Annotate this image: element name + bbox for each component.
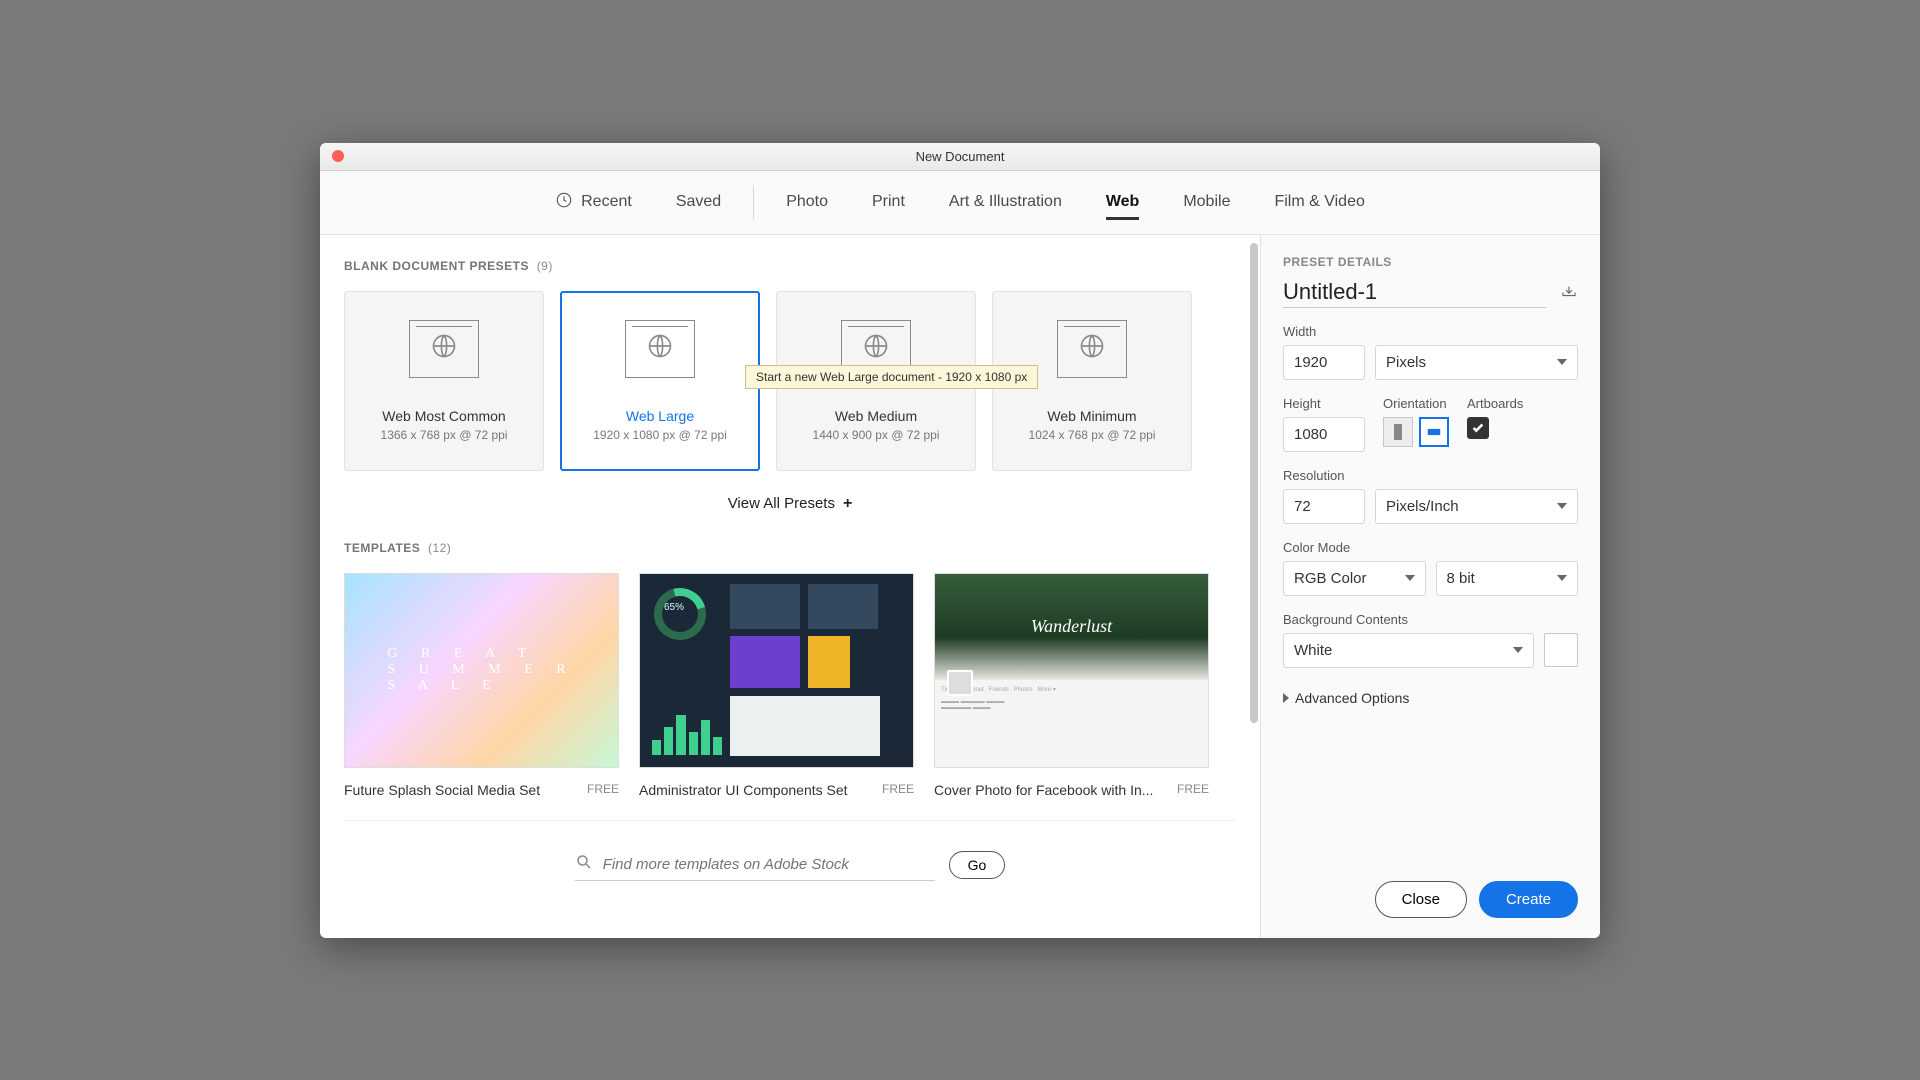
resolution-units-select[interactable]: Pixels/Inch <box>1375 489 1578 524</box>
preset-dimensions: 1440 x 900 px @ 72 ppi <box>813 428 940 442</box>
globe-icon <box>430 332 458 365</box>
background-label: Background Contents <box>1283 612 1578 627</box>
chevron-down-icon <box>1557 503 1567 509</box>
template-badge: FREE <box>882 782 914 796</box>
create-button[interactable]: Create <box>1479 881 1578 918</box>
search-field[interactable] <box>575 849 935 881</box>
height-input[interactable]: 1080 <box>1283 417 1365 452</box>
preset-web-large[interactable]: Web Large 1920 x 1080 px @ 72 ppi <box>560 291 760 471</box>
tab-photo[interactable]: Photo <box>764 170 850 234</box>
template-thumbnail: Wanderlust Timeline About Friends Photos… <box>934 573 1209 768</box>
globe-icon <box>862 332 890 365</box>
clock-icon <box>555 191 573 214</box>
resolution-input[interactable]: 72 <box>1283 489 1365 524</box>
preset-dimensions: 1920 x 1080 px @ 72 ppi <box>593 428 727 442</box>
artboards-label: Artboards <box>1467 396 1523 411</box>
preset-dimensions: 1366 x 768 px @ 72 ppi <box>381 428 508 442</box>
chevron-down-icon <box>1513 647 1523 653</box>
main-panel: BLANK DOCUMENT PRESETS (9) Web Most Comm… <box>320 235 1260 938</box>
chevron-right-icon <box>1283 693 1289 703</box>
resolution-label: Resolution <box>1283 468 1578 483</box>
tab-mobile[interactable]: Mobile <box>1161 170 1252 234</box>
tab-film-video[interactable]: Film & Video <box>1252 170 1386 234</box>
preset-details-panel: PRESET DETAILS Untitled-1 Width 1920 Pix… <box>1260 235 1600 938</box>
bit-depth-select[interactable]: 8 bit <box>1436 561 1579 596</box>
close-button[interactable]: Close <box>1375 881 1467 918</box>
category-tabs: Recent Saved Photo Print Art & Illustrat… <box>320 171 1600 235</box>
globe-icon <box>646 332 674 365</box>
advanced-options-toggle[interactable]: Advanced Options <box>1283 690 1578 706</box>
search-input[interactable] <box>603 856 935 873</box>
document-icon <box>409 320 479 378</box>
template-name: Cover Photo for Facebook with In... <box>934 782 1169 798</box>
view-all-presets-button[interactable]: View All Presets + <box>344 495 1236 513</box>
new-document-dialog: New Document Recent Saved Photo Print Ar… <box>320 143 1600 938</box>
close-window-button[interactable] <box>332 150 344 162</box>
orientation-label: Orientation <box>1383 396 1449 411</box>
search-row: Go <box>344 820 1236 899</box>
orientation-landscape-button[interactable] <box>1419 417 1449 447</box>
tab-web[interactable]: Web <box>1084 170 1161 234</box>
chevron-down-icon <box>1557 359 1567 365</box>
width-input[interactable]: 1920 <box>1283 345 1365 380</box>
width-label: Width <box>1283 324 1578 339</box>
preset-name: Web Most Common <box>382 408 505 424</box>
tab-print[interactable]: Print <box>850 170 927 234</box>
units-select[interactable]: Pixels <box>1375 345 1578 380</box>
template-fb-cover[interactable]: Wanderlust Timeline About Friends Photos… <box>934 573 1209 798</box>
template-future-splash[interactable]: G R E A TS U M M E RS A L E Future Splas… <box>344 573 619 798</box>
background-color-swatch[interactable] <box>1544 633 1578 667</box>
template-grid: G R E A TS U M M E RS A L E Future Splas… <box>344 573 1236 798</box>
height-label: Height <box>1283 396 1365 411</box>
color-mode-select[interactable]: RGB Color <box>1283 561 1426 596</box>
color-mode-label: Color Mode <box>1283 540 1578 555</box>
plus-icon: + <box>843 495 852 513</box>
tab-divider <box>753 185 754 219</box>
save-preset-icon[interactable] <box>1560 284 1578 303</box>
template-thumbnail: G R E A TS U M M E RS A L E <box>344 573 619 768</box>
document-icon <box>1057 320 1127 378</box>
template-badge: FREE <box>1177 782 1209 796</box>
template-thumbnail: 65% <box>639 573 914 768</box>
scrollbar[interactable] <box>1250 243 1258 930</box>
tab-recent-label: Recent <box>581 193 632 211</box>
template-name: Future Splash Social Media Set <box>344 782 579 798</box>
globe-icon <box>1078 332 1106 365</box>
preset-tooltip: Start a new Web Large document - 1920 x … <box>745 365 1038 389</box>
document-name-input[interactable]: Untitled-1 <box>1283 279 1546 308</box>
tab-recent[interactable]: Recent <box>533 170 654 234</box>
templates-heading: TEMPLATES (12) <box>344 541 1236 555</box>
preset-name: Web Medium <box>835 408 917 424</box>
tab-saved[interactable]: Saved <box>654 170 743 234</box>
presets-heading: BLANK DOCUMENT PRESETS (9) <box>344 259 1236 273</box>
go-button[interactable]: Go <box>949 851 1006 879</box>
titlebar: New Document <box>320 143 1600 171</box>
preset-dimensions: 1024 x 768 px @ 72 ppi <box>1029 428 1156 442</box>
orientation-portrait-button[interactable] <box>1383 417 1413 447</box>
chevron-down-icon <box>1557 575 1567 581</box>
background-select[interactable]: White <box>1283 633 1534 668</box>
template-admin-ui[interactable]: 65% Administrator UI Components Set FREE <box>639 573 914 798</box>
preset-web-most-common[interactable]: Web Most Common 1366 x 768 px @ 72 ppi <box>344 291 544 471</box>
template-badge: FREE <box>587 782 619 796</box>
preset-name: Web Minimum <box>1047 408 1136 424</box>
preset-name: Web Large <box>626 408 694 424</box>
preset-details-heading: PRESET DETAILS <box>1283 255 1578 269</box>
window-title: New Document <box>320 149 1600 164</box>
search-icon <box>575 853 593 876</box>
tab-art-illustration[interactable]: Art & Illustration <box>927 170 1084 234</box>
artboards-checkbox[interactable] <box>1467 417 1489 439</box>
document-icon <box>625 320 695 378</box>
template-name: Administrator UI Components Set <box>639 782 874 798</box>
chevron-down-icon <box>1405 575 1415 581</box>
